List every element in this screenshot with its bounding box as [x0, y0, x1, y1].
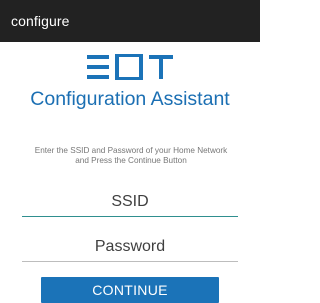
continue-button[interactable]: CONTINUE [41, 277, 219, 303]
app-title: configure [11, 13, 70, 29]
instructions-text: Enter the SSID and Password of your Home… [6, 146, 256, 166]
eot-logo-icon [87, 54, 173, 80]
instructions-line-2: and Press the Continue Button [75, 156, 187, 165]
password-input[interactable] [22, 233, 238, 262]
brand-logo [0, 54, 260, 80]
title-bar: configure [0, 0, 260, 42]
instructions-line-1: Enter the SSID and Password of your Home… [34, 146, 228, 155]
ssid-input[interactable] [22, 188, 238, 217]
page-title: Configuration Assistant [30, 88, 230, 110]
